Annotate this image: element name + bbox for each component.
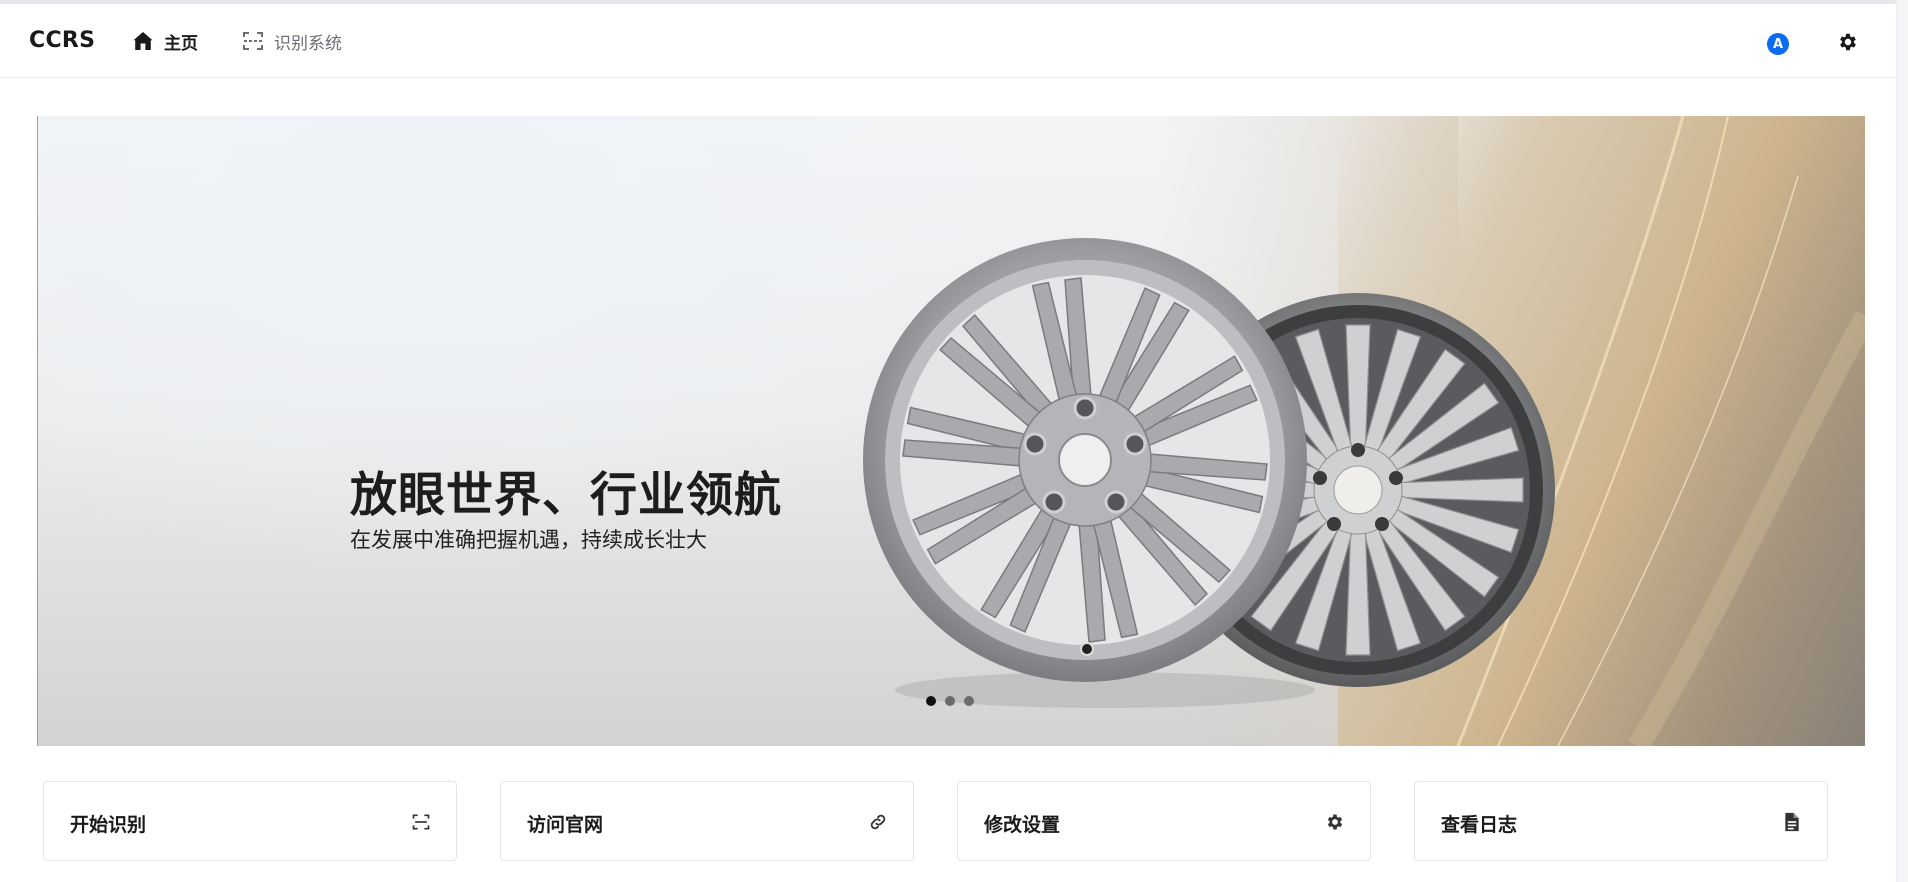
card-start-recognition[interactable]: 开始识别 bbox=[43, 781, 457, 861]
card-view-logs[interactable]: 查看日志 bbox=[1414, 781, 1828, 861]
scan-icon bbox=[240, 28, 266, 54]
nav-item-label: 识别系统 bbox=[274, 33, 342, 54]
card-visit-website[interactable]: 访问官网 bbox=[500, 781, 914, 861]
card-label: 查看日志 bbox=[1441, 814, 1518, 836]
card-label: 修改设置 bbox=[984, 814, 1061, 836]
settings-button[interactable] bbox=[1836, 32, 1860, 56]
banner-headline: 放眼世界、行业领航 bbox=[350, 468, 782, 523]
document-icon bbox=[1781, 811, 1803, 833]
scan-icon bbox=[410, 811, 432, 833]
wheels-illustration bbox=[863, 116, 1865, 746]
carousel-dot-3[interactable] bbox=[964, 696, 974, 706]
app-window: CCRS 主页 识别系统 A 放眼世界、行业领航 在发展中准确把握机遇，持续成长… bbox=[0, 0, 1908, 882]
link-icon bbox=[867, 811, 889, 833]
card-modify-settings[interactable]: 修改设置 bbox=[957, 781, 1371, 861]
vertical-scrollbar[interactable] bbox=[1896, 0, 1908, 882]
home-icon bbox=[130, 28, 156, 54]
nav-item-recognition[interactable]: 识别系统 bbox=[240, 26, 342, 56]
gear-icon bbox=[1837, 31, 1859, 57]
brand-logo-text[interactable]: CCRS bbox=[29, 28, 95, 53]
card-label: 开始识别 bbox=[70, 814, 147, 836]
nav-item-home[interactable]: 主页 bbox=[130, 26, 198, 56]
user-avatar[interactable]: A bbox=[1767, 33, 1789, 55]
hero-carousel[interactable]: 放眼世界、行业领航 在发展中准确把握机遇，持续成长壮大 bbox=[37, 116, 1865, 746]
carousel-indicators bbox=[926, 696, 974, 706]
nav-item-label: 主页 bbox=[164, 33, 198, 54]
banner-subline: 在发展中准确把握机遇，持续成长壮大 bbox=[350, 528, 707, 552]
top-navbar: CCRS 主页 识别系统 A bbox=[0, 4, 1896, 78]
carousel-dot-2[interactable] bbox=[945, 696, 955, 706]
card-label: 访问官网 bbox=[527, 814, 604, 836]
gear-icon bbox=[1324, 811, 1346, 833]
carousel-dot-1[interactable] bbox=[926, 696, 936, 706]
